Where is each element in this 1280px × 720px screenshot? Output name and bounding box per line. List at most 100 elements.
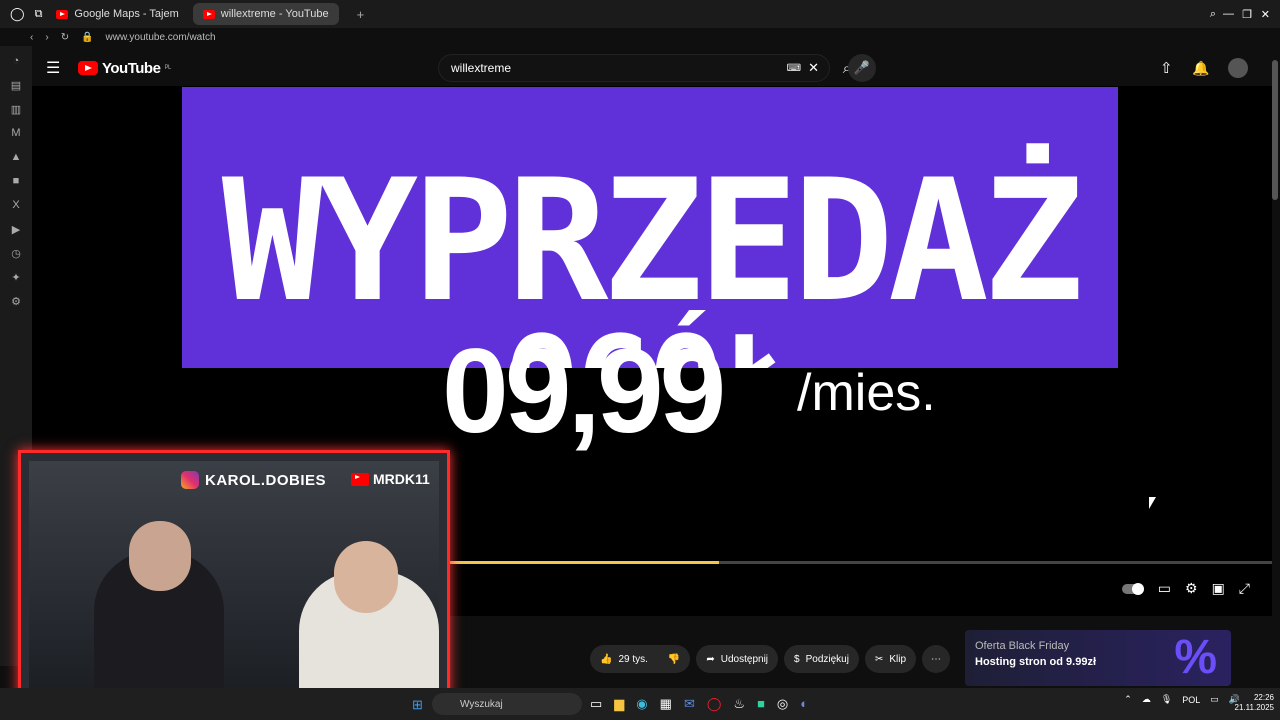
subtitles-icon[interactable]: ▭ (1158, 580, 1171, 597)
clip-label: Klip (889, 653, 907, 665)
thanks-label: Podziękuj (805, 653, 849, 665)
progress-bar[interactable] (446, 561, 1272, 564)
thumbs-down-icon[interactable]: 👎 (668, 654, 680, 665)
instagram-text: KAROL.DOBIES (205, 471, 327, 489)
wallet-icon[interactable]: ▤ (9, 78, 23, 92)
youtube-handle: MRDK11 (351, 471, 430, 487)
menu-icon[interactable]: ☰ (46, 58, 60, 78)
tray-expand-icon[interactable]: ⌃ (1124, 694, 1132, 705)
youtube-logo[interactable]: YouTube PL (78, 60, 171, 77)
player-icon[interactable]: ▶ (9, 222, 23, 236)
more-actions-button[interactable]: ⋯ (922, 645, 951, 673)
youtube-play-icon (78, 61, 98, 75)
reload-icon[interactable]: ↻ (61, 32, 69, 43)
sponsored-ad[interactable]: Oferta Black Friday Hosting stron od 9.9… (965, 630, 1231, 686)
tab-youtube[interactable]: willextreme - YouTube (192, 3, 339, 25)
lock-icon: 🔒 (81, 31, 94, 43)
avatar[interactable] (1228, 58, 1248, 78)
thanks-icon: $ (794, 653, 800, 665)
x-icon[interactable]: X (9, 198, 23, 212)
tab-label: willextreme - YouTube (220, 8, 329, 20)
search-input[interactable]: willextreme ⌨ ✕ (438, 54, 830, 82)
search-value: willextreme (451, 61, 512, 75)
settings-gear-icon[interactable]: ⚙ (1185, 580, 1198, 597)
autoplay-toggle[interactable] (1121, 582, 1144, 595)
voice-search-button[interactable]: 🎤 (848, 54, 876, 82)
display-icon[interactable]: ▭ (1210, 694, 1219, 705)
clock[interactable]: 22:26 21.11.2025 (1235, 693, 1274, 713)
microphone-icon[interactable]: 🎙 (1161, 694, 1172, 705)
task-view-icon[interactable]: ▭ (590, 696, 602, 712)
back-icon[interactable]: ‹ (30, 32, 33, 43)
theater-mode-icon[interactable]: ▣ (1212, 580, 1225, 597)
person-right-head (334, 541, 398, 613)
maximize-button[interactable]: ❐ (1242, 8, 1252, 21)
system-tray: ⌃ ☁ 🎙 POL ▭ 🔊 (1124, 694, 1240, 705)
youtube-header: ☰ YouTube PL willextreme ⌨ ✕ ⌕ 🎤 ⇧ 🔔 (32, 50, 1272, 86)
share-icon: ➦ (706, 653, 715, 665)
messenger-icon[interactable]: M (9, 126, 23, 140)
like-count: 29 tys. (618, 653, 648, 665)
youtube-favicon-icon (202, 9, 215, 19)
store-icon[interactable]: ▦ (660, 696, 672, 712)
tab-google-maps[interactable]: Google Maps - Tajem (46, 3, 188, 25)
share-label: Udostępnij (720, 653, 769, 665)
browser-tabbar: ◯ ⧉ Google Maps - Tajem willextreme - Yo… (0, 0, 1280, 28)
keyboard-icon[interactable]: ⌨ (787, 63, 801, 74)
clock-time: 22:26 (1253, 693, 1274, 702)
notifications-icon[interactable]: 🔔 (1192, 60, 1209, 77)
edge-icon[interactable]: ◉ (636, 696, 647, 712)
mail-icon[interactable]: ✉ (684, 696, 695, 712)
close-window-button[interactable]: ✕ (1261, 8, 1270, 21)
new-tab-button[interactable]: + (357, 7, 365, 22)
upload-icon[interactable]: ⇧ (1160, 59, 1173, 77)
webcam-feed (29, 461, 439, 691)
clip-button[interactable]: ✂ Klip (864, 645, 917, 673)
search-tabs-icon[interactable]: ⌕ (1210, 8, 1216, 21)
person-left-head (129, 521, 191, 591)
windows-start-icon[interactable]: ⊞ (412, 697, 423, 713)
thumbs-up-icon: 👍 (600, 653, 613, 665)
twitch-icon[interactable]: ■ (9, 174, 23, 188)
arc-icon[interactable]: ▲ (9, 150, 23, 164)
obs-icon[interactable]: ◎ (777, 696, 788, 712)
app-icon[interactable]: ■ (757, 696, 765, 712)
windows-taskbar: ⊞ Wyszukaj ▭ ▆ ◉ ▦ ✉ ◯ ♨ ■ ◎ ◐ ⌃ ☁ 🎙 POL… (0, 688, 1280, 720)
language-indicator[interactable]: POL (1182, 695, 1200, 705)
history-icon[interactable]: ◷ (9, 246, 23, 260)
mouse-cursor-icon (1149, 497, 1156, 509)
tab-label: Google Maps - Tajem (74, 8, 179, 20)
minimize-button[interactable]: — (1223, 8, 1234, 20)
instagram-handle: KAROL.DOBIES (181, 471, 326, 489)
news-icon[interactable]: ▥ (9, 102, 23, 116)
logo-text: YouTube (102, 59, 161, 77)
settings-icon[interactable]: ⚙ (9, 294, 23, 308)
youtube-handle-text: MRDK11 (373, 471, 430, 487)
opera-icon[interactable]: ◯ (10, 6, 25, 22)
progress-fill (446, 561, 719, 564)
share-button[interactable]: ➦ Udostępnij (696, 645, 779, 673)
address-bar[interactable]: ‹ › ↻ 🔒 www.youtube.com/watch (30, 28, 1280, 46)
forward-icon[interactable]: › (45, 32, 48, 43)
speed-dial-icon[interactable]: ◔ (9, 54, 23, 68)
taskbar-search[interactable]: Wyszukaj (432, 693, 582, 715)
discord-icon[interactable]: ◐ (800, 696, 808, 712)
clear-search-icon[interactable]: ✕ (808, 60, 819, 76)
banner-headline: WYPRZEDAŻ (221, 143, 1084, 339)
tab-switch-icon[interactable]: ⧉ (35, 8, 43, 21)
url-text[interactable]: www.youtube.com/watch (106, 32, 216, 43)
steam-icon[interactable]: ♨ (733, 696, 745, 712)
webcam-overlay: KAROL.DOBIES MRDK11 (18, 450, 450, 698)
like-button[interactable]: 👍 29 tys. 👎 (590, 645, 691, 673)
youtube-icon (351, 472, 369, 486)
video-actions: 👍 29 tys. 👎 ➦ Udostępnij $ Podziękuj ✂ K… (590, 645, 951, 673)
thanks-button[interactable]: $ Podziękuj (784, 645, 859, 673)
cloud-icon[interactable]: ☁ (1142, 694, 1151, 705)
opera-taskbar-icon[interactable]: ◯ (707, 696, 722, 712)
scrollbar[interactable] (1272, 60, 1278, 200)
file-explorer-icon[interactable]: ▆ (614, 696, 624, 712)
extensions-icon[interactable]: ✦ (9, 270, 23, 284)
fullscreen-icon[interactable]: ⤢ (1239, 580, 1250, 597)
region-code: PL (164, 65, 171, 71)
scissors-icon: ✂ (874, 653, 884, 665)
